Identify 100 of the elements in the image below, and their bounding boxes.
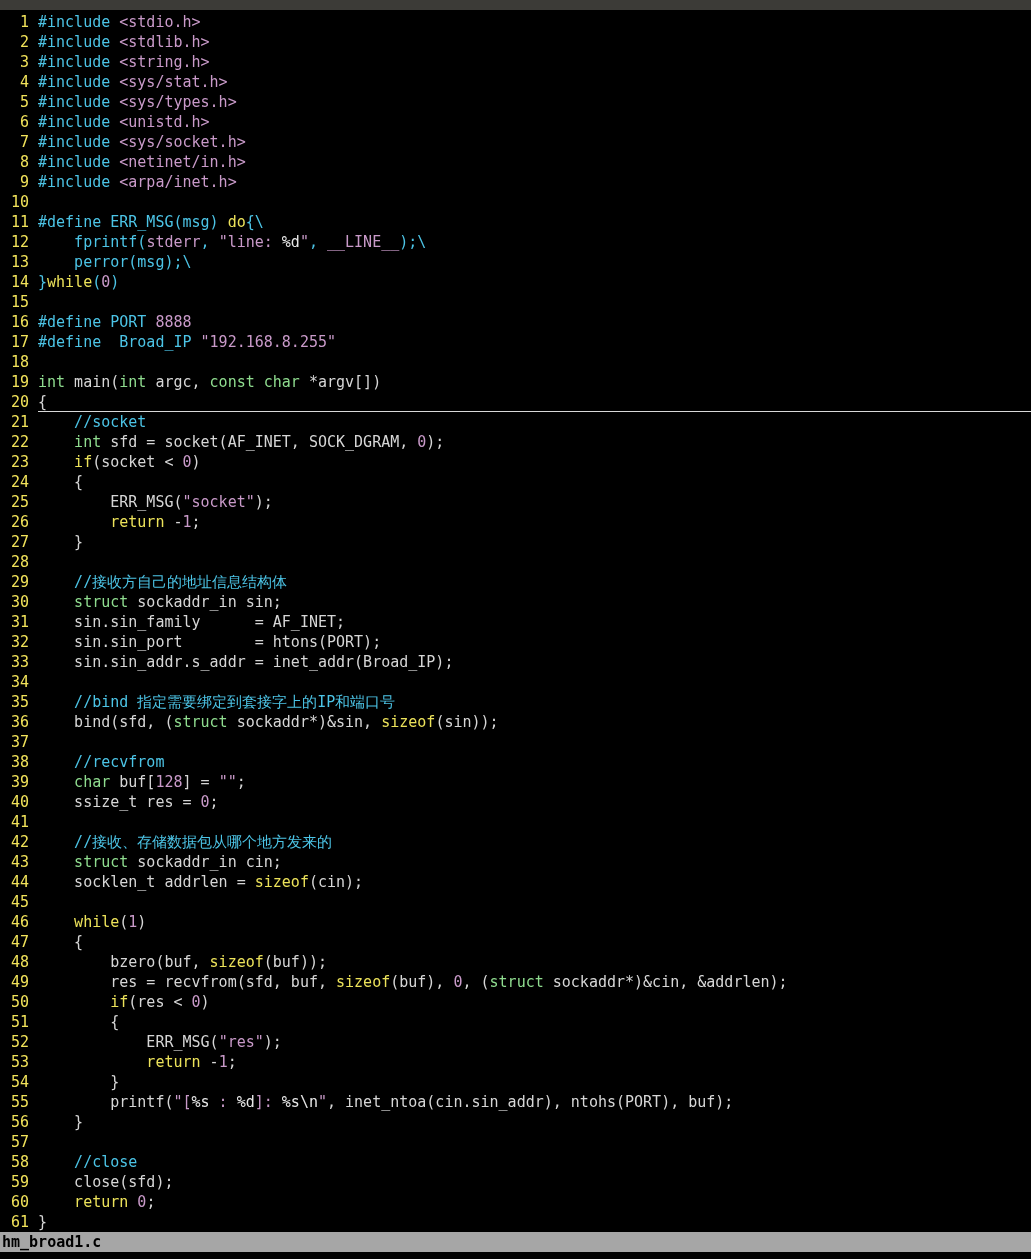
line-number: 30: [9, 592, 30, 612]
code-line: bind(sfd, (struct sockaddr*)&sin, sizeof(sin));: [73, 712, 500, 732]
code-line: //bind 指定需要绑定到套接字上的IP和端口号: [73, 692, 397, 712]
line-number: 19: [9, 372, 30, 392]
line-number: 6: [18, 112, 30, 132]
code-line: if(res < 0): [109, 992, 211, 1012]
line-number: 2: [18, 32, 30, 52]
line-number: 32: [9, 632, 30, 652]
line-number: 38: [9, 752, 30, 772]
code-line: //close: [73, 1152, 139, 1172]
line-number: 60: [9, 1192, 30, 1212]
line-number: 20: [9, 392, 30, 412]
code-line: return -1;: [145, 1052, 238, 1072]
line-number: 28: [9, 552, 30, 572]
line-number: 56: [9, 1112, 30, 1132]
code-line: return 0;: [73, 1192, 157, 1212]
code-line: ssize_t res = 0;: [73, 792, 220, 812]
code-line: {: [109, 1012, 121, 1032]
line-number: 50: [9, 992, 30, 1012]
code-line: #define Broad_IP "192.168.8.255": [38, 332, 338, 352]
code-line: close(sfd);: [73, 1172, 175, 1192]
code-line: bzero(buf, sizeof(buf));: [109, 952, 328, 972]
code-line: }: [109, 1072, 121, 1092]
line-number: 49: [9, 972, 30, 992]
line-number: 4: [18, 72, 30, 92]
code-line: int sfd = socket(AF_INET, SOCK_DGRAM, 0);: [73, 432, 446, 452]
line-number: 57: [9, 1132, 30, 1152]
code-line: char buf[128] = "";: [73, 772, 247, 792]
line-number: 42: [9, 832, 30, 852]
line-number: 34: [9, 672, 30, 692]
line-number: 61: [9, 1212, 30, 1232]
line-number: 3: [18, 52, 30, 72]
line-number: 12: [9, 232, 30, 252]
line-number: 59: [9, 1172, 30, 1192]
line-number: 27: [9, 532, 30, 552]
code-line: ERR_MSG("socket");: [109, 492, 274, 512]
code-line: struct sockaddr_in sin;: [73, 592, 283, 612]
file-name: hm_broad1.c: [1, 1233, 102, 1251]
line-number: 29: [9, 572, 30, 592]
line-number: 11: [9, 212, 30, 232]
line-number: 18: [9, 352, 30, 372]
code-line: {: [73, 472, 85, 492]
line-number: 5: [18, 92, 30, 112]
code-line: #include <sys/stat.h>: [38, 72, 229, 92]
line-number: 36: [9, 712, 30, 732]
code-line: //接收、存储数据包从哪个地方发来的: [73, 832, 334, 852]
code-line: //socket: [73, 412, 148, 432]
line-number: 40: [9, 792, 30, 812]
code-line: #include <netinet/in.h>: [38, 152, 247, 172]
line-number: 31: [9, 612, 30, 632]
code-line: while(1): [73, 912, 148, 932]
line-number: 37: [9, 732, 30, 752]
code-line: if(socket < 0): [73, 452, 202, 472]
code-line: #include <arpa/inet.h>: [38, 172, 238, 192]
line-number: 8: [18, 152, 30, 172]
line-number: 41: [9, 812, 30, 832]
code-line: fprintf(stderr, "line: %d", __LINE__);\: [73, 232, 428, 252]
line-number: 17: [9, 332, 30, 352]
line-number: 25: [9, 492, 30, 512]
code-line: printf("[%s : %d]: %s\n", inet_ntoa(cin.sin_addr), ntohs(PORT), buf);: [109, 1092, 735, 1112]
code-line: #include <unistd.h>: [38, 112, 211, 132]
line-number: 52: [9, 1032, 30, 1052]
line-number: 15: [9, 292, 30, 312]
line-number: 45: [9, 892, 30, 912]
line-number: 23: [9, 452, 30, 472]
line-number: 21: [9, 412, 30, 432]
line-number: 10: [9, 192, 30, 212]
code-line: {: [38, 392, 1031, 412]
line-number: 7: [18, 132, 30, 152]
code-line: int main(int argc, const char *argv[]): [38, 372, 383, 392]
line-number: 22: [9, 432, 30, 452]
line-number: 48: [9, 952, 30, 972]
code-line: socklen_t addrlen = sizeof(cin);: [73, 872, 365, 892]
code-line: #define ERR_MSG(msg) do{\: [38, 212, 265, 232]
code-line: }: [38, 1212, 49, 1232]
code-line: sin.sin_addr.s_addr = inet_addr(Broad_IP);: [73, 652, 455, 672]
line-number: 26: [9, 512, 30, 532]
code-line: sin.sin_port = htons(PORT);: [73, 632, 383, 652]
line-number: 33: [9, 652, 30, 672]
line-number: 1: [18, 12, 30, 32]
code-line: sin.sin_family = AF_INET;: [73, 612, 347, 632]
line-number: 46: [9, 912, 30, 932]
code-line: #include <sys/types.h>: [38, 92, 238, 112]
line-number: 35: [9, 692, 30, 712]
code-line: //recvfrom: [73, 752, 166, 772]
code-line: ERR_MSG("res");: [145, 1032, 283, 1052]
code-line: #include <string.h>: [38, 52, 211, 72]
line-number: 47: [9, 932, 30, 952]
code-line: }: [73, 1112, 85, 1132]
code-line: #include <sys/socket.h>: [38, 132, 247, 152]
line-number: 9: [18, 172, 30, 192]
code-line: }: [73, 532, 85, 552]
code-line: //接收方自己的地址信息结构体: [73, 572, 289, 592]
code-line: #include <stdio.h>: [38, 12, 202, 32]
line-number: 13: [9, 252, 30, 272]
code-line: {: [73, 932, 85, 952]
line-number: 24: [9, 472, 30, 492]
line-number: 58: [9, 1152, 30, 1172]
code-line: #include <stdlib.h>: [38, 32, 211, 52]
code-line: #define PORT 8888: [38, 312, 193, 332]
